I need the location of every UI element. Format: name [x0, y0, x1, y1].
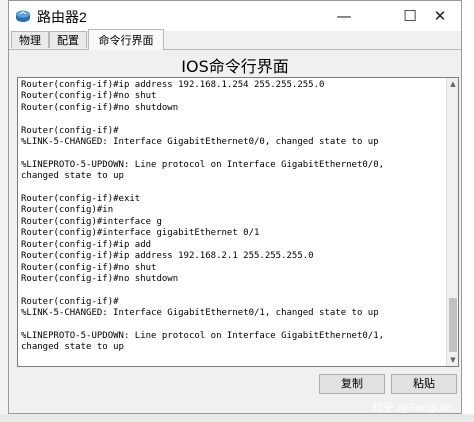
watermark: 知乎 @Penguin [372, 401, 453, 414]
terminal-line: Router(config)#in [21, 205, 114, 216]
title-bar[interactable]: 路由器2 — ☐ ✕ [9, 1, 461, 31]
terminal-line: Router(config-if)#no shutdown [21, 102, 179, 113]
terminal-line: Router(config-if)# [21, 125, 119, 136]
tab-physical[interactable]: 物理 [11, 31, 49, 48]
copy-button[interactable]: 复制 [319, 374, 385, 394]
terminal-line: Router(config)#interface gigabitEthernet… [21, 228, 260, 239]
terminal-line: Router(config-if)#no shut [21, 262, 157, 273]
cli-terminal[interactable]: Router(config-if)#ip address 192.168.1.2… [17, 77, 459, 367]
terminal-line: %LINK-5-CHANGED: Interface GigabitEthern… [21, 137, 379, 148]
router-window: 路由器2 — ☐ ✕ 物理 配置 命令行界面 IOS命令行界面 Router(c… [8, 0, 462, 414]
paste-button[interactable]: 粘贴 [391, 374, 457, 394]
tab-config[interactable]: 配置 [49, 31, 87, 48]
terminal-line: Router(config)#interface g [21, 216, 162, 227]
router-app-icon [16, 10, 30, 22]
terminal-line: Router(config-if)# [21, 296, 119, 307]
terminal-line: Router(config-if)#ip address 192.168.1.2… [21, 80, 325, 90]
terminal-scrollbar[interactable]: ▲ ▼ [446, 78, 458, 366]
terminal-line: Router(config-if)#no shut [21, 91, 157, 102]
window-title: 路由器2 [37, 9, 87, 25]
terminal-line: %LINEPROTO-5-UPDOWN: Line protocol on In… [21, 159, 385, 170]
minimize-button[interactable]: — [321, 1, 367, 31]
terminal-line: %LINEPROTO-5-UPDOWN: Line protocol on In… [21, 330, 385, 341]
close-button[interactable]: ✕ [417, 1, 463, 31]
terminal-line: %LINK-5-CHANGED: Interface GigabitEthern… [21, 308, 379, 319]
terminal-line: Router(config-if)#ip address 192.168.2.1… [21, 251, 314, 262]
scroll-thumb[interactable] [449, 298, 457, 352]
terminal-line: changed state to up [21, 171, 124, 182]
terminal-line: Router(config-if)#exit [21, 194, 141, 205]
background-bottom-bar [0, 414, 474, 422]
scroll-up-arrow-icon[interactable]: ▲ [447, 78, 458, 90]
scroll-down-arrow-icon[interactable]: ▼ [447, 354, 458, 366]
terminal-line: Router(config-if)#ip add [21, 239, 152, 250]
tab-bar: 物理 配置 命令行界面 [9, 29, 461, 50]
cli-header: IOS命令行界面 [181, 57, 289, 76]
terminal-line: Router(config-if)#no shutdown [21, 273, 179, 284]
terminal-line: changed state to up [21, 342, 124, 353]
terminal-output: Router(config-if)#ip address 192.168.1.2… [21, 80, 441, 354]
tab-cli[interactable]: 命令行界面 [88, 29, 164, 50]
